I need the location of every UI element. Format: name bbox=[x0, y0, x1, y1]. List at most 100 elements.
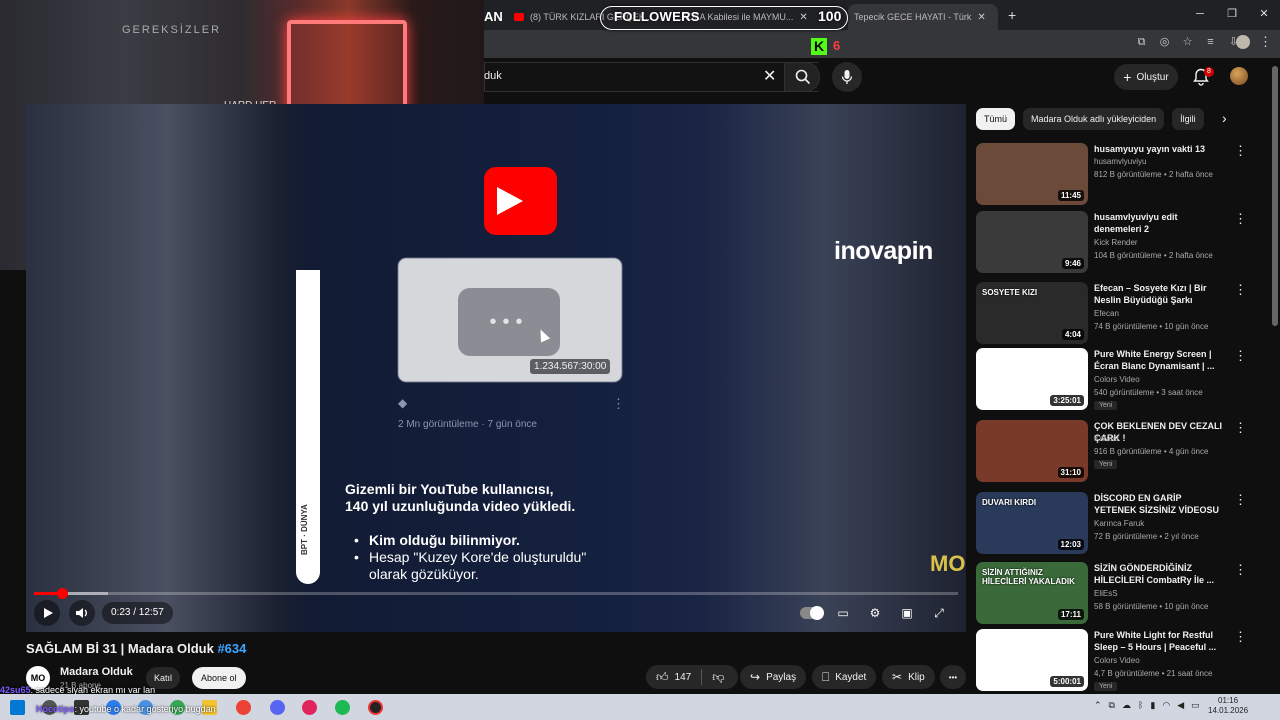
more-options-icon[interactable]: ⋮ bbox=[1234, 282, 1247, 298]
obs-icon[interactable] bbox=[368, 700, 383, 715]
clear-search-icon[interactable]: ✕ bbox=[763, 66, 776, 86]
maximize-button[interactable]: ❐ bbox=[1216, 0, 1248, 30]
speaker-icon[interactable]: ◀ bbox=[1177, 700, 1184, 711]
network-icon[interactable]: ⧉ bbox=[1109, 700, 1115, 711]
cast-icon[interactable]: ⧉ bbox=[1135, 36, 1148, 49]
video-title[interactable]: husamvlyuviyu edit denemeleri 2 bbox=[1094, 211, 1226, 235]
fullscreen-icon[interactable]: ⤢ bbox=[930, 604, 948, 622]
settings-gear-icon[interactable]: ⚙ bbox=[866, 604, 884, 622]
voice-search-button[interactable] bbox=[832, 62, 862, 92]
close-tab-icon[interactable]: ✕ bbox=[977, 12, 985, 23]
wifi-icon[interactable]: ◠ bbox=[1162, 700, 1170, 711]
taskbar-clock[interactable]: 01:16 14.01.2026 bbox=[1208, 696, 1248, 716]
reading-list-icon[interactable]: ≡ bbox=[1204, 36, 1217, 49]
channel-name[interactable]: Efecan bbox=[1094, 309, 1119, 318]
browser-menu-icon[interactable]: ⋮ bbox=[1259, 34, 1272, 50]
app-icon[interactable] bbox=[302, 700, 317, 715]
channel-name[interactable]: Karınca Faruk bbox=[1094, 519, 1144, 528]
like-count[interactable]: 147 bbox=[675, 672, 692, 683]
close-window-button[interactable]: ✕ bbox=[1248, 0, 1280, 30]
new-tab-button[interactable]: + bbox=[1008, 7, 1016, 23]
battery-icon[interactable]: ▭ bbox=[1191, 700, 1200, 711]
miniplayer-icon[interactable]: ▣ bbox=[898, 604, 916, 622]
volume-button[interactable] bbox=[69, 600, 95, 626]
video-thumbnail[interactable]: 11:45 bbox=[976, 143, 1088, 205]
hashtag-link[interactable]: #634 bbox=[217, 641, 246, 656]
thumbs-up-icon[interactable]: 👍︎ bbox=[656, 670, 669, 685]
channel-name[interactable]: Kafalar bbox=[1094, 434, 1119, 443]
kick-viewer-count: 6 bbox=[833, 38, 841, 53]
channel-name[interactable]: EliEsS bbox=[1094, 589, 1118, 598]
thumbs-down-icon[interactable]: 👎︎ bbox=[712, 670, 724, 685]
video-thumbnail[interactable]: SOSYETE KIZI 4:04 bbox=[976, 282, 1088, 344]
subtitles-icon[interactable]: ▭ bbox=[834, 604, 852, 622]
more-options-icon[interactable]: ⋮ bbox=[1234, 348, 1247, 364]
more-actions-button[interactable]: ••• bbox=[940, 665, 966, 689]
subscribe-button[interactable]: Abone ol bbox=[192, 667, 246, 689]
recommendation-item[interactable]: DUVARI KIRDI 12:03 DİSCORD EN GARİP YETENE… bbox=[976, 492, 1266, 556]
video-meta: 4,7 B görüntüleme • 21 saat önce bbox=[1094, 669, 1213, 678]
discord-icon[interactable] bbox=[270, 700, 285, 715]
chip-related[interactable]: İlgili bbox=[1172, 108, 1204, 130]
search-query[interactable]: duk bbox=[484, 70, 502, 82]
channel-name[interactable]: Colors Video bbox=[1094, 375, 1140, 384]
recommendation-item[interactable]: 31:10 ÇOK BEKLENEN DEV CEZALI ÇARK ! Kafal… bbox=[976, 420, 1266, 484]
video-meta: 540 görüntüleme • 3 saat önce bbox=[1094, 388, 1203, 397]
channel-name[interactable]: husamvlyuviyu bbox=[1094, 157, 1146, 166]
video-thumbnail[interactable]: SİZİN ATTIĞINIZ HİLECİLERİ YAKALADIK 17:1… bbox=[976, 562, 1088, 624]
scrollbar[interactable] bbox=[1272, 66, 1278, 326]
save-button[interactable]: ⎕ Kaydet bbox=[812, 665, 877, 689]
thumbnail-text: SİZİN ATTIĞINIZ HİLECİLERİ YAKALADIK bbox=[982, 568, 1075, 586]
progress-scrubber[interactable] bbox=[56, 588, 68, 599]
chevron-right-icon[interactable]: › bbox=[1222, 110, 1227, 126]
more-options-icon[interactable]: ⋮ bbox=[1234, 420, 1247, 436]
video-title[interactable]: Pure White Light for Restful Sleep – 5 H… bbox=[1094, 629, 1226, 653]
video-title[interactable]: Efecan – Sosyete Kızı | Bir Neslin Büyüd… bbox=[1094, 282, 1226, 306]
video-thumbnail[interactable]: 31:10 bbox=[976, 420, 1088, 482]
bookmark-star-icon[interactable]: ☆ bbox=[1181, 36, 1194, 49]
minimize-button[interactable]: ─ bbox=[1184, 0, 1216, 30]
eye-off-icon[interactable]: ◎ bbox=[1158, 36, 1171, 49]
usb-icon[interactable]: ▮ bbox=[1150, 700, 1155, 711]
clip-button[interactable]: ✂ Klip bbox=[882, 665, 935, 689]
channel-name[interactable]: Colors Video bbox=[1094, 656, 1140, 665]
more-options-icon[interactable]: ⋮ bbox=[1234, 629, 1247, 645]
cloud-icon[interactable]: ☁ bbox=[1122, 700, 1131, 711]
more-options-icon[interactable]: ⋮ bbox=[1234, 492, 1247, 508]
more-options-icon[interactable]: ⋮ bbox=[1234, 211, 1247, 227]
start-icon[interactable] bbox=[10, 700, 25, 715]
recommendation-item[interactable]: 3:25:01 Pure White Energy Screen | Écran … bbox=[976, 348, 1266, 412]
more-options-icon[interactable]: ⋮ bbox=[1234, 143, 1247, 159]
more-options-icon[interactable]: ⋮ bbox=[1234, 562, 1247, 578]
progress-bar[interactable] bbox=[34, 592, 958, 595]
create-button[interactable]: + Oluştur bbox=[1114, 64, 1178, 90]
recommendation-item[interactable]: 11:45 husamyuyu yayın vakti 13 husamvlyuvi… bbox=[976, 143, 1266, 207]
chip-all[interactable]: Tümü bbox=[976, 108, 1016, 130]
recommendation-item[interactable]: 5:00:01 Pure White Light for Restful Slee… bbox=[976, 629, 1266, 693]
recommendation-item[interactable]: SİZİN ATTIĞINIZ HİLECİLERİ YAKALADIK 17:1… bbox=[976, 562, 1266, 626]
search-button[interactable] bbox=[784, 62, 820, 92]
video-thumbnail[interactable]: 3:25:01 bbox=[976, 348, 1088, 410]
video-title[interactable]: SİZİN GÖNDERDİĞİNİZ HİLECİLERİ CombatRy … bbox=[1094, 562, 1226, 586]
bluetooth-icon[interactable]: ᛒ bbox=[1138, 700, 1143, 711]
autoplay-toggle[interactable] bbox=[800, 606, 824, 620]
video-title[interactable]: DİSCORD EN GARİP YETENEK SİZSİNİZ VİDEOS… bbox=[1094, 492, 1226, 516]
channel-name[interactable]: Madara Olduk bbox=[60, 666, 133, 678]
share-button[interactable]: ↪ Paylaş bbox=[740, 665, 807, 689]
recommendation-item[interactable]: 9:46 husamvlyuviyu edit denemeleri 2 Kick … bbox=[976, 211, 1266, 275]
browser-profile-avatar[interactable] bbox=[1236, 35, 1250, 49]
browser-tab-active[interactable]: Tepecik GECE HAYATI - Türk ✕ bbox=[848, 4, 998, 30]
account-avatar[interactable] bbox=[1230, 67, 1248, 85]
chevron-up-icon[interactable]: ⌃ bbox=[1094, 700, 1102, 711]
video-thumbnail[interactable]: 9:46 bbox=[976, 211, 1088, 273]
browser-icon[interactable] bbox=[236, 700, 251, 715]
spotify-icon[interactable] bbox=[335, 700, 350, 715]
video-title[interactable]: Pure White Energy Screen | Écran Blanc D… bbox=[1094, 348, 1226, 372]
play-button[interactable] bbox=[34, 600, 60, 626]
video-thumbnail[interactable]: DUVARI KIRDI 12:03 bbox=[976, 492, 1088, 554]
recommendation-item[interactable]: SOSYETE KIZI 4:04 Efecan – Sosyete Kızı | … bbox=[976, 282, 1266, 346]
video-thumbnail[interactable]: 5:00:01 bbox=[976, 629, 1088, 691]
channel-name[interactable]: Kick Render bbox=[1094, 238, 1138, 247]
chip-from-uploader[interactable]: Madara Olduk adlı yükleyiciden bbox=[1023, 108, 1165, 130]
video-title[interactable]: husamyuyu yayın vakti 13 bbox=[1094, 143, 1226, 155]
